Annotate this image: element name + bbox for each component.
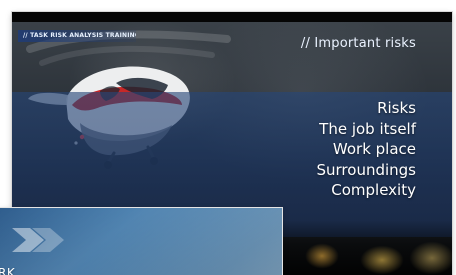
risk-item-workplace: Work place [332,140,416,158]
risk-item-surroundings: Surroundings [316,160,417,179]
section-title: // Important risks [300,36,416,51]
chevron-icon [12,228,64,252]
risk-item-job: The job itself [319,119,416,138]
risk-item-risks: Risks [377,99,416,117]
page: // TASK RISK ANALYSIS TRAINING // Import… [0,0,456,275]
overlay-text: RK [0,266,16,275]
risk-list: Risks The job itself Work place Surround… [317,98,417,201]
slide-tag: // TASK RISK ANALYSIS TRAINING [18,30,136,42]
overlay-slide: RK [0,208,282,275]
risk-item-complexity: Complexity [331,181,416,199]
top-black-band [12,12,452,22]
